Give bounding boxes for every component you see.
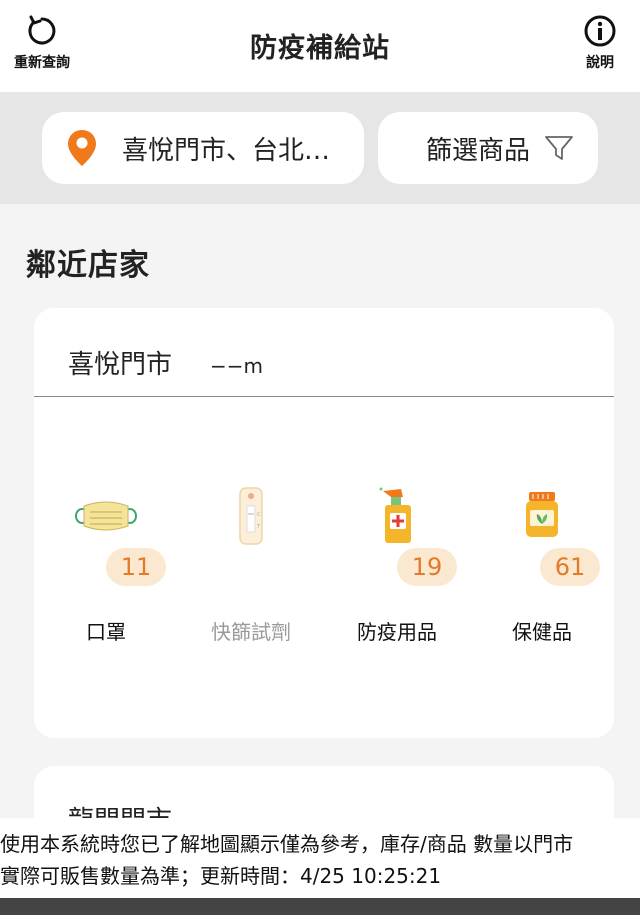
- section-title: 鄰近店家: [26, 248, 150, 283]
- store-distance: −−m: [210, 354, 263, 378]
- product-test-kit[interactable]: C T 快篩試劑: [191, 487, 311, 648]
- location-pin-icon: [68, 130, 96, 166]
- stock-badge: 19: [397, 548, 457, 586]
- product-label: 保健品: [512, 620, 572, 644]
- page-title: 防疫補給站: [250, 33, 390, 64]
- update-time-line: 實際可販售數量為準；更新時間：4/25 10:25:21: [0, 864, 442, 888]
- bottom-bar: [0, 898, 640, 915]
- stock-badge: 11: [106, 548, 166, 586]
- mask-icon: [46, 488, 166, 544]
- svg-text:C: C: [257, 512, 261, 518]
- filter-button[interactable]: 篩選商品: [378, 112, 598, 184]
- product-supplement[interactable]: 61 保健品: [482, 488, 602, 648]
- stock-badge: 61: [540, 548, 600, 586]
- search-bar: 喜悅門市、台北… 篩選商品: [0, 92, 640, 204]
- disclaimer-notice: 使用本系統時您已了解地圖顯示僅為參考，庫存/商品 數量以門市 實際可販售數量為準…: [0, 818, 640, 898]
- location-text: 喜悅門市、台北…: [122, 135, 331, 166]
- top-bar: 重新查詢 防疫補給站 說明: [0, 0, 640, 92]
- store-card[interactable]: 喜悅門市 −−m 11 口罩 C T 快篩試劑 19 防疫用品 61 保健品: [34, 308, 614, 738]
- location-selector[interactable]: 喜悅門市、台北…: [42, 112, 364, 184]
- product-label: 快篩試劑: [211, 620, 291, 644]
- product-mask[interactable]: 11 口罩: [46, 488, 166, 648]
- disclaimer-line: 使用本系統時您已了解地圖顯示僅為參考，庫存/商品 數量以門市: [0, 832, 574, 856]
- filter-icon: [545, 136, 573, 160]
- product-sanitizer[interactable]: 19 防疫用品: [337, 487, 457, 648]
- sanitizer-icon: [337, 480, 457, 552]
- store-name: 喜悅門市: [68, 350, 173, 380]
- product-label: 防疫用品: [357, 620, 437, 644]
- test-kit-icon: C T: [191, 480, 311, 552]
- product-label: 口罩: [86, 620, 126, 644]
- help-button[interactable]: 說明: [560, 14, 640, 72]
- help-label: 說明: [586, 55, 614, 71]
- supplement-icon: [482, 484, 602, 546]
- store-card-header: 喜悅門市 −−m: [34, 308, 614, 397]
- info-icon: [584, 15, 616, 47]
- filter-label: 篩選商品: [426, 135, 531, 166]
